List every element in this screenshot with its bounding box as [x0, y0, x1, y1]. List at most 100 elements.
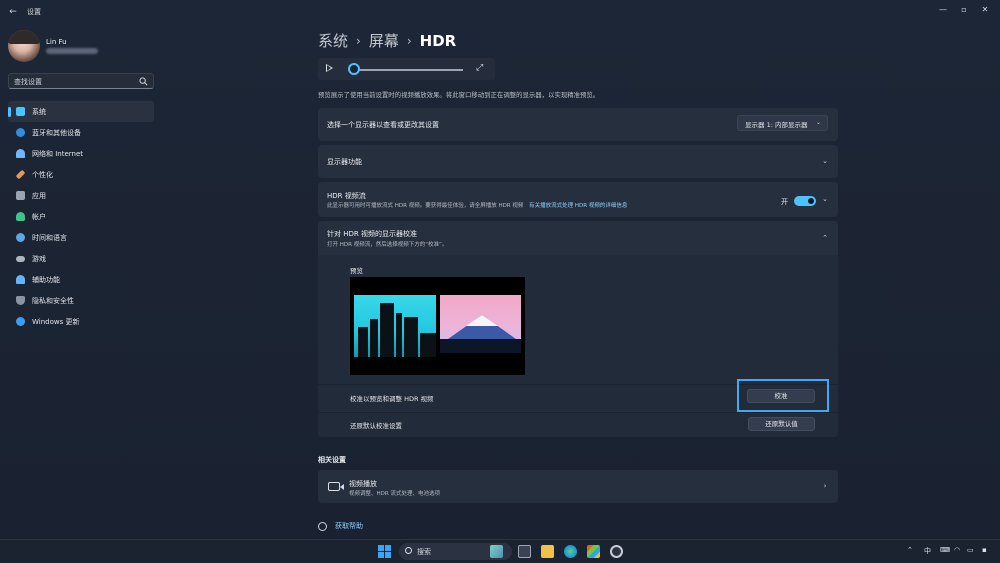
globe-clock-icon — [16, 233, 25, 242]
preview-description: 预览展示了使用当前设置时的视频播放效果。将此窗口移动到正在调整的显示器，以实现精… — [318, 91, 600, 99]
store-icon[interactable] — [587, 545, 600, 558]
breadcrumb-separator: › — [356, 33, 361, 48]
person-icon — [16, 212, 25, 221]
hdr-preview-image — [350, 277, 525, 375]
sidebar-item-system[interactable]: 系统 — [8, 101, 154, 122]
hdr-streaming-toggle[interactable] — [794, 196, 816, 206]
display-select-dropdown[interactable]: 显示器 1: 内部显示器 ⌄ — [737, 115, 828, 131]
display-select-card: 选择一个显示器以查看或更改其设置 显示器 1: 内部显示器 ⌄ — [318, 108, 838, 141]
video-playback-card[interactable]: 视频播放 视频调整、HDR 流式处理、电池选项 › — [318, 470, 838, 503]
brush-icon — [15, 169, 26, 180]
search-icon — [139, 77, 148, 86]
sidebar-item-privacy[interactable]: 隐私和安全性 — [8, 290, 154, 311]
related-settings-heading: 相关设置 — [318, 456, 346, 464]
settings-gear-icon[interactable] — [610, 545, 623, 558]
sidebar-item-apps[interactable]: 应用 — [8, 185, 154, 206]
close-icon[interactable]: ✕ — [976, 3, 994, 17]
sidebar-item-personalization[interactable]: 个性化 — [8, 164, 154, 185]
user-email-redacted — [46, 48, 98, 54]
calibration-title: 针对 HDR 视频的显示器校准 — [327, 230, 417, 238]
get-help-label: 获取帮助 — [335, 522, 363, 530]
breadcrumb-display[interactable]: 屏幕 — [369, 30, 399, 51]
apps-icon — [16, 191, 25, 200]
seek-thumb[interactable] — [348, 63, 360, 75]
video-preview-player: ⤢ — [318, 58, 495, 80]
sidebar-item-bluetooth[interactable]: 蓝牙和其他设备 — [8, 122, 154, 143]
file-explorer-icon[interactable] — [541, 545, 554, 558]
chevron-up-icon[interactable]: ⌃ — [907, 546, 913, 554]
bluetooth-icon — [16, 128, 25, 137]
display-select-label: 选择一个显示器以查看或更改其设置 — [327, 121, 439, 129]
sidebar-item-label: Windows 更新 — [32, 317, 80, 326]
windows-update-icon — [16, 317, 25, 326]
calibrate-label: 校准以预览和调整 HDR 视频 — [350, 395, 434, 403]
wifi-icon[interactable]: ◠ — [954, 546, 960, 554]
hdr-streaming-info-link[interactable]: 有关播放流式处理 HDR 视频的详细信息 — [529, 203, 627, 209]
battery-icon[interactable]: ▭ — [967, 546, 974, 554]
sidebar-item-label: 蓝牙和其他设备 — [32, 128, 81, 137]
video-camera-icon — [328, 482, 344, 491]
seek-bar[interactable] — [355, 69, 463, 71]
widgets-icon[interactable] — [490, 545, 503, 558]
app-title: 设置 — [27, 8, 41, 16]
hdr-streaming-title: HDR 视频流 — [327, 192, 366, 200]
sidebar-item-accounts[interactable]: 帐户 — [8, 206, 154, 227]
ime-indicator[interactable]: 中 — [924, 546, 931, 556]
search-input[interactable] — [14, 76, 134, 87]
back-arrow-icon[interactable]: ← — [6, 5, 20, 19]
sidebar-item-label: 应用 — [32, 191, 46, 200]
get-help-link[interactable]: 获取帮助 — [318, 521, 363, 531]
sidebar-item-windows-update[interactable]: Windows 更新 — [8, 311, 154, 332]
sidebar-item-time-language[interactable]: 时间和语言 — [8, 227, 154, 248]
avatar — [8, 30, 40, 62]
windows-start-icon[interactable] — [378, 545, 391, 558]
hdr-streaming-card: HDR 视频流 此显示器可用时可播放流式 HDR 视频。要获得最佳体验，请全屏播… — [318, 182, 838, 217]
sidebar-item-label: 网络和 Internet — [32, 149, 84, 158]
title-bar: ← 设置 — ▫ ✕ — [0, 0, 1000, 22]
minimize-button[interactable]: — — [934, 3, 952, 17]
sidebar-item-label: 隐私和安全性 — [32, 296, 74, 305]
display-features-card[interactable]: 显示器功能 ⌄ — [318, 145, 838, 178]
reset-calibration-label: 还原默认校准设置 — [350, 422, 402, 430]
sidebar-item-label: 系统 — [32, 107, 46, 116]
input-method-icon[interactable]: ⌨ — [940, 546, 950, 554]
breadcrumb-system[interactable]: 系统 — [318, 30, 348, 51]
edge-browser-icon[interactable] — [564, 545, 577, 558]
chevron-down-icon[interactable]: ⌄ — [821, 195, 829, 203]
settings-window: ← 设置 — ▫ ✕ Lin Fu 系统 蓝牙和其他设备 网络和 Interne… — [0, 0, 1000, 539]
sidebar-item-gaming[interactable]: 游戏 — [8, 248, 154, 269]
calibrate-button[interactable]: 校准 — [747, 389, 815, 403]
settings-search-box[interactable] — [8, 73, 154, 89]
preview-label: 预览 — [350, 267, 363, 275]
sidebar-item-label: 游戏 — [32, 254, 46, 263]
reset-default-button[interactable]: 还原默认值 — [748, 417, 815, 431]
breadcrumb: 系统 › 屏幕 › HDR — [318, 30, 456, 51]
calibration-panel: 预览 校准以预览和调整 HDR 视频 校准 还原默认校准设置 还原默认值 — [318, 255, 838, 437]
video-playback-subtitle: 视频调整、HDR 流式处理、电池选项 — [349, 491, 440, 497]
page-title: HDR — [419, 31, 457, 50]
display-select-value: 显示器 1: 内部显示器 — [745, 121, 808, 129]
task-view-icon[interactable] — [518, 545, 531, 558]
sidebar-item-label: 个性化 — [32, 170, 53, 179]
shield-icon — [16, 296, 25, 305]
user-name: Lin Fu — [46, 38, 67, 46]
breadcrumb-separator: › — [406, 33, 412, 48]
chevron-right-icon: › — [823, 482, 827, 490]
sidebar-item-label: 时间和语言 — [32, 233, 67, 242]
taskbar-search-label: 搜索 — [417, 548, 431, 556]
snow-mountain-image — [440, 295, 521, 353]
sidebar-item-label: 帐户 — [32, 212, 46, 221]
sidebar-item-accessibility[interactable]: 辅助功能 — [8, 269, 154, 290]
gamepad-icon — [16, 255, 25, 262]
city-skyline-image — [354, 295, 436, 357]
sidebar-item-label: 辅助功能 — [32, 275, 60, 284]
taskbar: 搜索 ⌃ 中 ⌨ ◠ ▭ ▪ — [0, 539, 1000, 563]
help-chat-icon — [318, 521, 327, 531]
notification-icon[interactable]: ▪ — [982, 546, 987, 554]
hdr-calibration-card[interactable]: 针对 HDR 视频的显示器校准 打开 HDR 视频流，然后选择视频下方的“校准”… — [318, 221, 838, 255]
fullscreen-icon[interactable]: ⤢ — [476, 63, 487, 74]
maximize-icon[interactable]: ▫ — [955, 3, 973, 17]
chevron-down-icon: ⌄ — [815, 119, 821, 126]
play-icon[interactable] — [326, 64, 333, 72]
sidebar-item-network[interactable]: 网络和 Internet — [8, 143, 154, 164]
